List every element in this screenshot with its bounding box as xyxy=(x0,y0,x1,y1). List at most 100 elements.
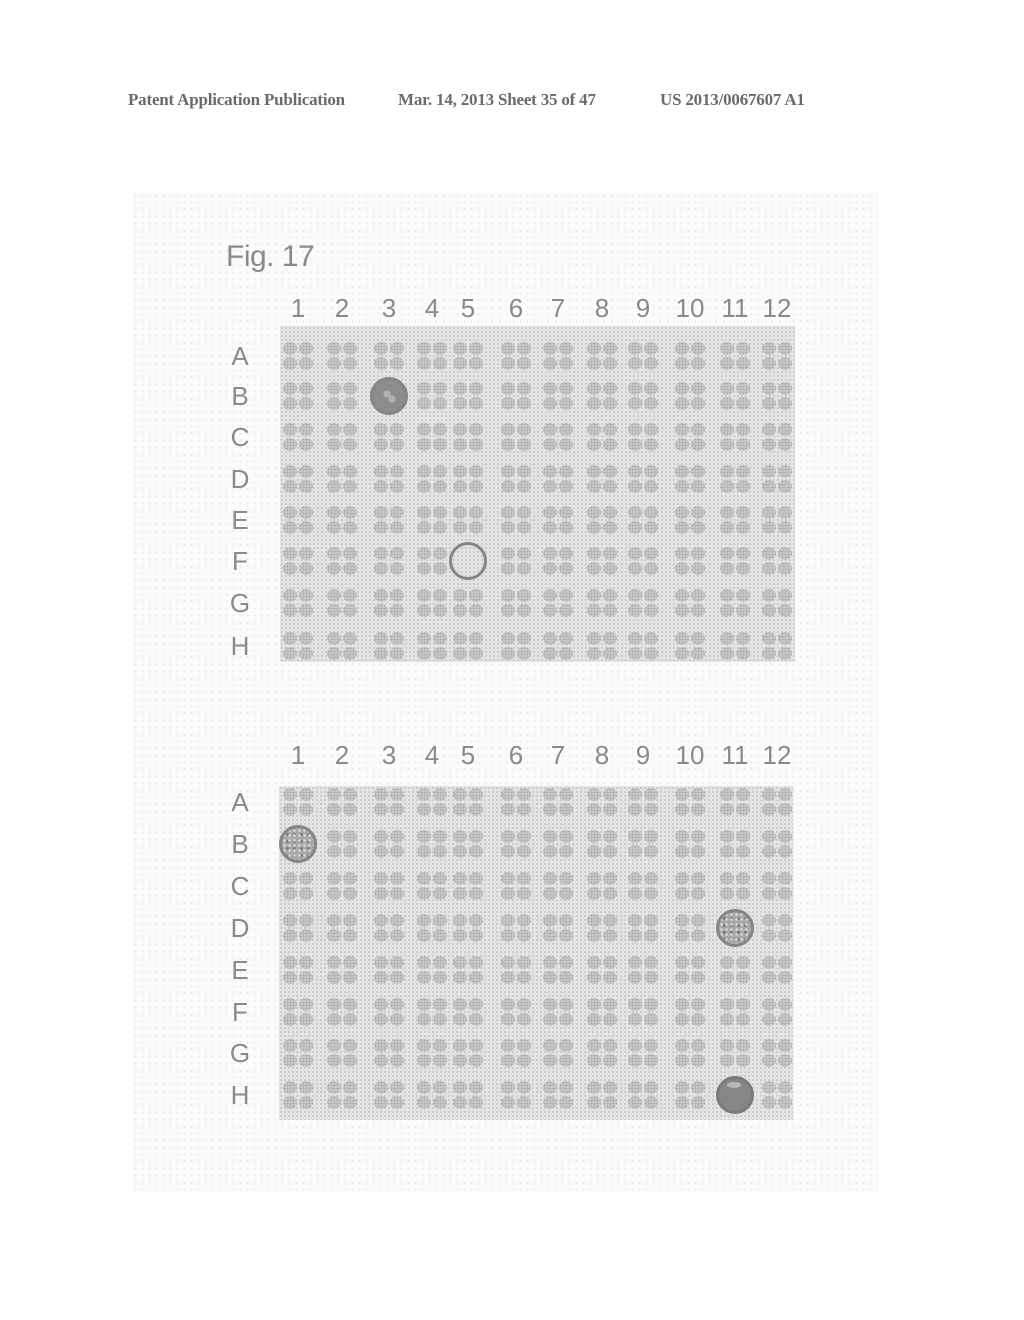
well-h11 xyxy=(718,630,752,662)
colony-spot xyxy=(762,632,776,645)
colony-spot xyxy=(543,803,557,816)
colony-spot xyxy=(644,382,658,395)
colony-spot xyxy=(628,1096,642,1109)
colony-spot xyxy=(778,830,792,843)
well-f5 xyxy=(451,996,485,1028)
well-g7 xyxy=(541,1037,575,1069)
colony-spot xyxy=(762,887,776,900)
row-label: E xyxy=(231,955,249,985)
colony-spot xyxy=(559,956,573,969)
colony-spot xyxy=(691,382,705,395)
colony-spot xyxy=(778,971,792,984)
colony-spot xyxy=(390,465,404,478)
colony-spot xyxy=(453,956,467,969)
colony-spot xyxy=(469,521,483,534)
well-c4 xyxy=(415,870,449,902)
well-g2 xyxy=(325,1037,359,1069)
colony-spot xyxy=(283,589,297,602)
colony-spot xyxy=(517,342,531,355)
colony-spot xyxy=(469,357,483,370)
colony-spot xyxy=(433,480,447,493)
well-f9 xyxy=(626,996,660,1028)
colony-spot xyxy=(283,998,297,1011)
colony-spot xyxy=(720,506,734,519)
colony-spot xyxy=(644,423,658,436)
well-a10 xyxy=(673,340,707,372)
colony-spot xyxy=(603,872,617,885)
well-d8 xyxy=(585,463,619,495)
colony-spot xyxy=(453,929,467,942)
colony-spot xyxy=(283,506,297,519)
colony-spot xyxy=(299,998,313,1011)
colony-spot xyxy=(675,547,689,560)
colony-spot xyxy=(517,382,531,395)
well-g9 xyxy=(626,1037,660,1069)
well-g6 xyxy=(499,587,533,619)
colony-spot xyxy=(343,342,357,355)
colony-spot xyxy=(778,382,792,395)
well-a11 xyxy=(718,786,752,818)
colony-spot xyxy=(628,521,642,534)
colony-spot xyxy=(299,382,313,395)
well-a4 xyxy=(415,340,449,372)
colony-spot xyxy=(283,357,297,370)
column-label: 7 xyxy=(550,740,566,770)
row-label: B xyxy=(231,381,249,411)
colony-spot xyxy=(374,956,388,969)
colony-spot xyxy=(543,1039,557,1052)
colony-spot xyxy=(343,887,357,900)
colony-spot xyxy=(327,914,341,927)
colony-spot xyxy=(453,397,467,410)
colony-spot xyxy=(327,604,341,617)
colony-spot xyxy=(299,480,313,493)
colony-spot xyxy=(299,914,313,927)
colony-spot xyxy=(453,1081,467,1094)
colony-spot xyxy=(762,506,776,519)
colony-spot xyxy=(390,872,404,885)
colony-spot xyxy=(390,547,404,560)
colony-spot xyxy=(628,845,642,858)
row-label: C xyxy=(230,871,250,901)
colony-spot xyxy=(559,1054,573,1067)
colony-spot xyxy=(644,547,658,560)
colony-spot xyxy=(587,382,601,395)
well-g9 xyxy=(626,587,660,619)
colony-spot xyxy=(343,1054,357,1067)
colony-spot xyxy=(628,1054,642,1067)
colony-spot xyxy=(327,357,341,370)
colony-spot xyxy=(543,887,557,900)
colony-spot xyxy=(469,929,483,942)
colony-spot xyxy=(417,971,431,984)
colony-spot xyxy=(390,357,404,370)
colony-spot xyxy=(417,929,431,942)
colony-spot xyxy=(603,465,617,478)
colony-spot xyxy=(283,1096,297,1109)
colony-spot xyxy=(417,547,431,560)
colony-spot xyxy=(343,845,357,858)
colony-spot xyxy=(675,872,689,885)
colony-spot xyxy=(691,887,705,900)
colony-spot xyxy=(327,480,341,493)
colony-spot xyxy=(691,438,705,451)
colony-spot xyxy=(762,845,776,858)
colony-spot xyxy=(644,521,658,534)
colony-spot xyxy=(736,604,750,617)
colony-spot xyxy=(543,342,557,355)
colony-spot xyxy=(283,788,297,801)
colony-spot xyxy=(778,506,792,519)
well-b10 xyxy=(673,828,707,860)
colony-spot xyxy=(283,342,297,355)
colony-spot xyxy=(374,1081,388,1094)
well-c10 xyxy=(673,421,707,453)
colony-spot xyxy=(559,438,573,451)
colony-spot xyxy=(501,929,515,942)
colony-spot xyxy=(299,357,313,370)
well-e4 xyxy=(415,504,449,536)
well-g3 xyxy=(372,587,406,619)
colony-spot xyxy=(778,872,792,885)
colony-spot xyxy=(299,1013,313,1026)
colony-spot xyxy=(343,480,357,493)
colony-spot xyxy=(778,521,792,534)
colony-spot xyxy=(720,845,734,858)
colony-spot xyxy=(453,382,467,395)
